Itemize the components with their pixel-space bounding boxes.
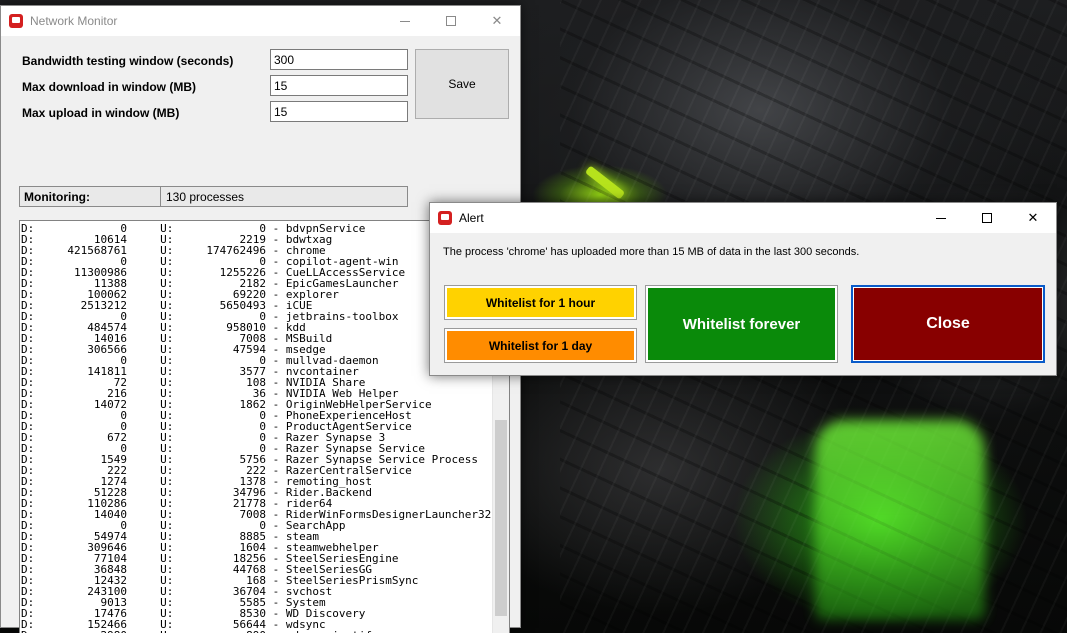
whitelist-1-day-button[interactable]: Whitelist for 1 day — [444, 328, 637, 363]
alert-title: Alert — [459, 211, 484, 225]
whitelist-forever-button[interactable]: Whitelist forever — [645, 285, 838, 363]
close-icon: ✕ — [1027, 210, 1039, 226]
close-button[interactable]: ✕ — [474, 6, 520, 36]
max-download-label: Max download in window (MB) — [22, 80, 196, 94]
alert-window: Alert ✕ The process 'chrome' has uploade… — [429, 202, 1057, 376]
max-upload-input[interactable] — [270, 101, 408, 122]
close-button[interactable]: ✕ — [1010, 203, 1056, 233]
alert-close-button[interactable]: Close — [851, 285, 1045, 363]
monitoring-label: Monitoring: — [20, 187, 161, 206]
process-rows: D: 0 U: 0 - bdvpnService D: 10614 U: 2219… — [21, 223, 491, 633]
app-icon — [438, 211, 452, 225]
scrollbar-thumb[interactable] — [495, 420, 507, 617]
maximize-button[interactable] — [428, 6, 474, 36]
max-download-input[interactable] — [270, 75, 408, 96]
bandwidth-window-input[interactable] — [270, 49, 408, 70]
alert-title-bar[interactable]: Alert ✕ — [430, 203, 1056, 233]
minimize-button[interactable] — [918, 203, 964, 233]
alert-message: The process 'chrome' has uploaded more t… — [443, 246, 860, 258]
maximize-icon — [982, 213, 992, 223]
maximize-button[interactable] — [964, 203, 1010, 233]
maximize-icon — [446, 16, 456, 26]
minimize-icon — [936, 217, 946, 219]
monitoring-count: 130 processes — [166, 190, 245, 204]
max-upload-label: Max upload in window (MB) — [22, 106, 180, 120]
save-button[interactable]: Save — [415, 49, 509, 119]
title-bar[interactable]: Network Monitor ✕ — [1, 6, 520, 36]
app-icon — [9, 14, 23, 28]
minimize-icon — [400, 20, 410, 22]
bandwidth-window-label: Bandwidth testing window (seconds) — [22, 54, 234, 68]
whitelist-1-hour-button[interactable]: Whitelist for 1 hour — [444, 285, 637, 320]
minimize-button[interactable] — [382, 6, 428, 36]
monitoring-status: Monitoring: 130 processes — [19, 186, 408, 207]
window-title: Network Monitor — [30, 14, 118, 28]
wallpaper-accent — [584, 165, 626, 200]
wallpaper-glow — [815, 420, 985, 620]
close-icon: ✕ — [491, 13, 503, 29]
